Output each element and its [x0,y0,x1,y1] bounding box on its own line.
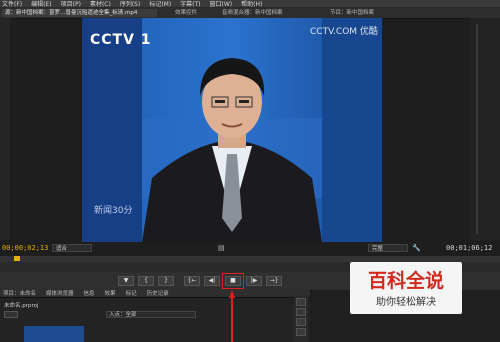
tab-project[interactable]: 项目：未命名 [3,290,36,297]
source-monitor-edge [0,18,10,240]
mark-out-button[interactable]: } [158,276,174,286]
watermark-title: 百科全说 [367,270,444,292]
program-monitor-edge [470,18,500,240]
tab-audio-mixer[interactable]: 音频混合器：新中国档案 [222,9,307,17]
zoom-select[interactable]: 适合 [52,244,92,252]
program-logo: 新闻30分 [94,206,133,216]
go-to-in-button[interactable]: {← [184,276,200,286]
tab-effects[interactable]: 效果 [105,290,116,297]
tab-info[interactable]: 信息 [84,290,95,297]
marker-button[interactable]: ▼ [118,276,134,286]
razor-tool-icon[interactable] [296,328,306,336]
stop-button-highlight [222,273,244,289]
search-field[interactable] [4,311,18,318]
mark-in-button[interactable]: { [138,276,154,286]
menu-help[interactable]: 帮助(H) [241,0,262,8]
menu-file[interactable]: 文件(F) [2,0,22,8]
tools-panel [294,296,308,342]
watermark-subtitle: 助你轻松解决 [376,297,436,308]
tab-media-browser[interactable]: 媒体浏览器 [46,290,74,297]
track-select-tool-icon[interactable] [296,308,306,316]
top-right-logo: CCTV.COM 优酷 [310,27,378,37]
menu-marker[interactable]: 标记(M) [149,0,171,8]
project-file-name: 未命名.prproj [4,303,39,309]
wrench-icon[interactable]: 🔧 [412,244,421,252]
selection-tool-icon[interactable] [296,298,306,306]
entry-filter-select[interactable]: 入点：全部 [106,311,196,318]
tab-program[interactable]: 节目：新中国档案 [330,9,400,17]
playhead[interactable] [14,256,20,261]
settings-icon[interactable]: ▤ [218,244,225,252]
tab-markers[interactable]: 标记 [126,290,137,297]
menu-sequence[interactable]: 序列(S) [120,0,141,8]
menu-clip[interactable]: 素材(C) [90,0,111,8]
step-forward-button[interactable]: |▶ [246,276,262,286]
current-timecode[interactable]: 00;00;02;13 [2,244,48,252]
step-back-button[interactable]: ◀| [204,276,220,286]
menu-project[interactable]: 项目(P) [61,0,81,8]
duration-timecode: 00;01;06;12 [446,244,493,252]
channel-logo: CCTV 1 [90,32,152,48]
ripple-edit-tool-icon[interactable] [296,318,306,326]
watermark-logo: 百科全说 助你轻松解决 [350,262,462,314]
clip-thumbnail[interactable] [24,326,84,342]
menu-window[interactable]: 窗口(W) [210,0,233,8]
project-panel-tabs: 项目：未命名 媒体浏览器 信息 效果 标记 历史记录 [0,290,310,298]
go-to-out-button[interactable]: →} [266,276,282,286]
tab-history[interactable]: 历史记录 [147,290,169,297]
video-preview: CCTV 1 CCTV.COM 优酷 新闻30分 [82,18,382,242]
menu-title[interactable]: 字幕(T) [180,0,200,8]
tab-source[interactable]: 源：新中国档案：普罗…普曼沉船遗迹全集_标清.mp4 [2,9,157,17]
resolution-select[interactable]: 完整 [368,244,408,252]
menu-bar: 文件(F) 编辑(E) 项目(P) 素材(C) 序列(S) 标记(M) 字幕(T… [0,0,500,8]
menu-edit[interactable]: 编辑(E) [31,0,51,8]
annotation-arrow [229,290,235,342]
tab-effect-controls[interactable]: 效果控件 [175,9,215,17]
